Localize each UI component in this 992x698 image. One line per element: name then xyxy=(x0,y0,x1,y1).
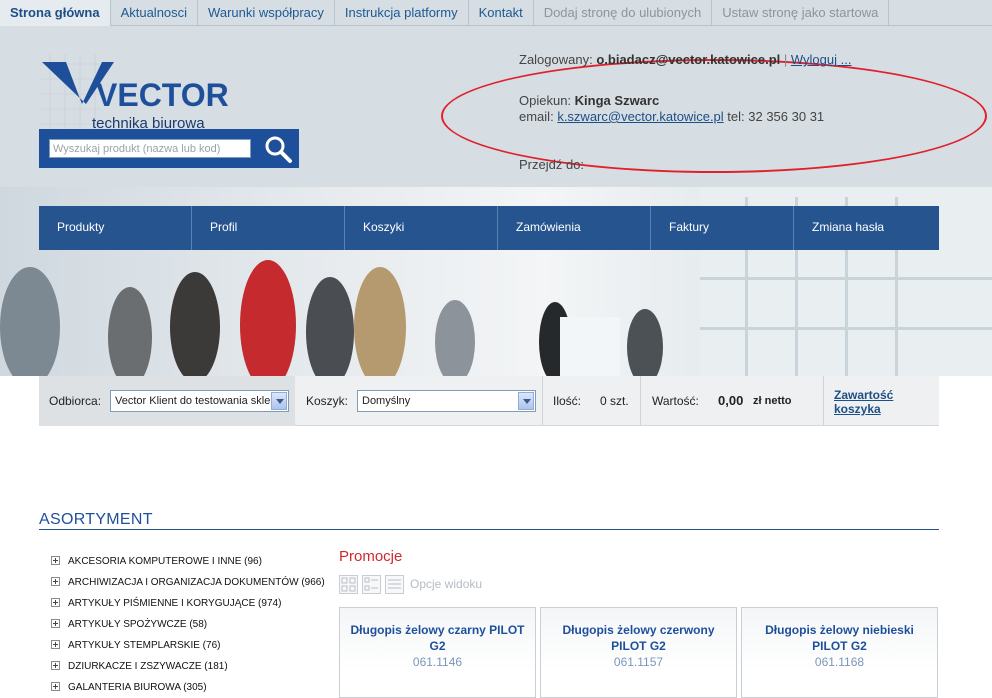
logged-label: Zalogowany: xyxy=(519,52,593,67)
grid-view-icon[interactable] xyxy=(339,574,358,594)
category-item[interactable]: ARTYKUŁY STEMPLARSKIE (76) xyxy=(51,639,325,660)
search-icon[interactable] xyxy=(263,134,293,164)
category-item[interactable]: GALANTERIA BIUROWA (305) xyxy=(51,681,325,698)
topnav-contact[interactable]: Kontakt xyxy=(469,0,534,26)
category-label: ARTYKUŁY PIŚMIENNE I KORYGUJĄCE (974) xyxy=(68,598,282,609)
goto-label: Przejdź do: xyxy=(519,157,585,172)
view-options: Opcje widoku xyxy=(339,574,482,594)
product-code: 061.1157 xyxy=(613,655,664,669)
expand-icon[interactable] xyxy=(51,640,60,649)
menu-invoices[interactable]: Faktury xyxy=(651,206,794,250)
topnav-home[interactable]: Strona główna xyxy=(0,0,111,26)
product-code: 061.1146 xyxy=(412,655,463,669)
assortment-title: ASORTYMENT xyxy=(39,511,153,528)
value-label: Wartość: xyxy=(652,394,699,408)
category-label: GALANTERIA BIUROWA (305) xyxy=(68,682,207,693)
product-name[interactable]: Długopis żelowy niebieski PILOT G2 xyxy=(742,622,937,654)
logout-link[interactable]: Wyloguj ... xyxy=(791,52,852,67)
category-label: ARCHIWIZACJA I ORGANIZACJA DOKUMENTÓW (9… xyxy=(68,577,325,588)
recipient-value: Vector Klient do testowania sklepu xyxy=(115,395,283,407)
category-item[interactable]: ARTYKUŁY PIŚMIENNE I KORYGUJĄCE (974) xyxy=(51,597,325,618)
product-code: 061.1168 xyxy=(814,655,865,669)
category-label: AKCESORIA KOMPUTEROWE I INNE (96) xyxy=(68,556,262,567)
menu-orders[interactable]: Zamówienia xyxy=(498,206,651,250)
qty-value: 0 szt. xyxy=(600,394,629,408)
menu-profile[interactable]: Profil xyxy=(192,206,345,250)
value-unit: zł netto xyxy=(753,395,792,407)
separator: | xyxy=(783,52,788,67)
category-label: DZIURKACZE I ZSZYWACZE (181) xyxy=(68,661,228,672)
header: VECTOR technika biurowa Zalogowany: o.bi… xyxy=(0,26,992,187)
chevron-down-icon[interactable] xyxy=(518,392,534,410)
product-card[interactable]: Długopis żelowy niebieski PILOT G2 061.1… xyxy=(741,607,938,698)
search-box xyxy=(39,129,299,168)
category-item[interactable]: ARTYKUŁY SPOŻYWCZE (58) xyxy=(51,618,325,639)
topnav-terms[interactable]: Warunki współpracy xyxy=(198,0,335,26)
expand-icon[interactable] xyxy=(51,577,60,586)
search-input[interactable] xyxy=(49,139,251,158)
category-item[interactable]: ARCHIWIZACJA I ORGANIZACJA DOKUMENTÓW (9… xyxy=(51,576,325,597)
cart-bar: Odbiorca: Vector Klient do testowania sk… xyxy=(39,376,939,426)
value-amount: 0,00 xyxy=(718,393,744,408)
vector-logo[interactable]: VECTOR technika biurowa xyxy=(40,54,245,136)
category-item[interactable]: DZIURKACZE I ZSZYWACZE (181) xyxy=(51,660,325,681)
logo-brand: VECTOR xyxy=(96,77,229,113)
product-card[interactable]: Długopis żelowy czarny PILOT G2 061.1146 xyxy=(339,607,536,698)
expand-icon[interactable] xyxy=(51,556,60,565)
banner: Produkty Profil Koszyki Zamówienia Faktu… xyxy=(0,187,992,376)
category-item[interactable]: AKCESORIA KOMPUTEROWE I INNE (96) xyxy=(51,555,325,576)
category-list: AKCESORIA KOMPUTEROWE I INNE (96) ARCHIW… xyxy=(51,555,325,698)
view-options-label: Opcje widoku xyxy=(410,577,483,591)
logged-email: o.biadacz@vector.katowice.pl xyxy=(596,52,781,67)
main-menu: Produkty Profil Koszyki Zamówienia Faktu… xyxy=(39,206,939,250)
expand-icon[interactable] xyxy=(51,619,60,628)
cart-contents-link[interactable]: Zawartość koszyka xyxy=(834,388,914,416)
detailed-list-view-icon[interactable] xyxy=(362,574,381,594)
recipient-select[interactable]: Vector Klient do testowania sklepu xyxy=(110,390,289,412)
email-label: email: xyxy=(519,109,554,124)
assortment-divider xyxy=(39,529,939,530)
category-label: ARTYKUŁY SPOŻYWCZE (58) xyxy=(68,619,208,630)
guardian-name: Kinga Szwarc xyxy=(574,93,660,108)
guardian-phone: tel: 32 356 30 31 xyxy=(727,109,825,124)
cart-value: Domyślny xyxy=(362,395,411,407)
list-view-icon[interactable] xyxy=(385,574,404,594)
qty-label: Ilość: xyxy=(553,394,582,408)
divider xyxy=(640,376,641,426)
guardian-label: Opiekun: xyxy=(519,93,572,108)
cart-select[interactable]: Domyślny xyxy=(357,390,536,412)
topnav-set-homepage[interactable]: Ustaw stronę jako startowa xyxy=(712,0,890,26)
divider xyxy=(823,376,824,426)
product-card[interactable]: Długopis żelowy czerwony PILOT G2 061.11… xyxy=(540,607,737,698)
expand-icon[interactable] xyxy=(51,682,60,691)
guardian-email-link[interactable]: k.szwarc@vector.katowice.pl xyxy=(557,109,723,124)
product-name[interactable]: Długopis żelowy czerwony PILOT G2 xyxy=(541,622,736,654)
topnav-instructions[interactable]: Instrukcja platformy xyxy=(335,0,469,26)
divider xyxy=(542,376,543,426)
category-label: ARTYKUŁY STEMPLARSKIE (76) xyxy=(68,640,221,651)
menu-carts[interactable]: Koszyki xyxy=(345,206,498,250)
expand-icon[interactable] xyxy=(51,661,60,670)
topnav-news[interactable]: Aktualnosci xyxy=(111,0,199,26)
topnav-add-favorites[interactable]: Dodaj stronę do ulubionych xyxy=(534,0,713,26)
top-nav: Strona główna Aktualnosci Warunki współp… xyxy=(0,0,992,26)
product-name[interactable]: Długopis żelowy czarny PILOT G2 xyxy=(340,622,535,654)
cart-label: Koszyk: xyxy=(306,394,349,408)
recipient-label: Odbiorca: xyxy=(49,394,102,408)
menu-products[interactable]: Produkty xyxy=(39,206,192,250)
chevron-down-icon[interactable] xyxy=(271,392,287,410)
menu-change-password[interactable]: Zmiana hasła xyxy=(794,206,939,250)
promo-title: Promocje xyxy=(339,548,403,565)
expand-icon[interactable] xyxy=(51,598,60,607)
